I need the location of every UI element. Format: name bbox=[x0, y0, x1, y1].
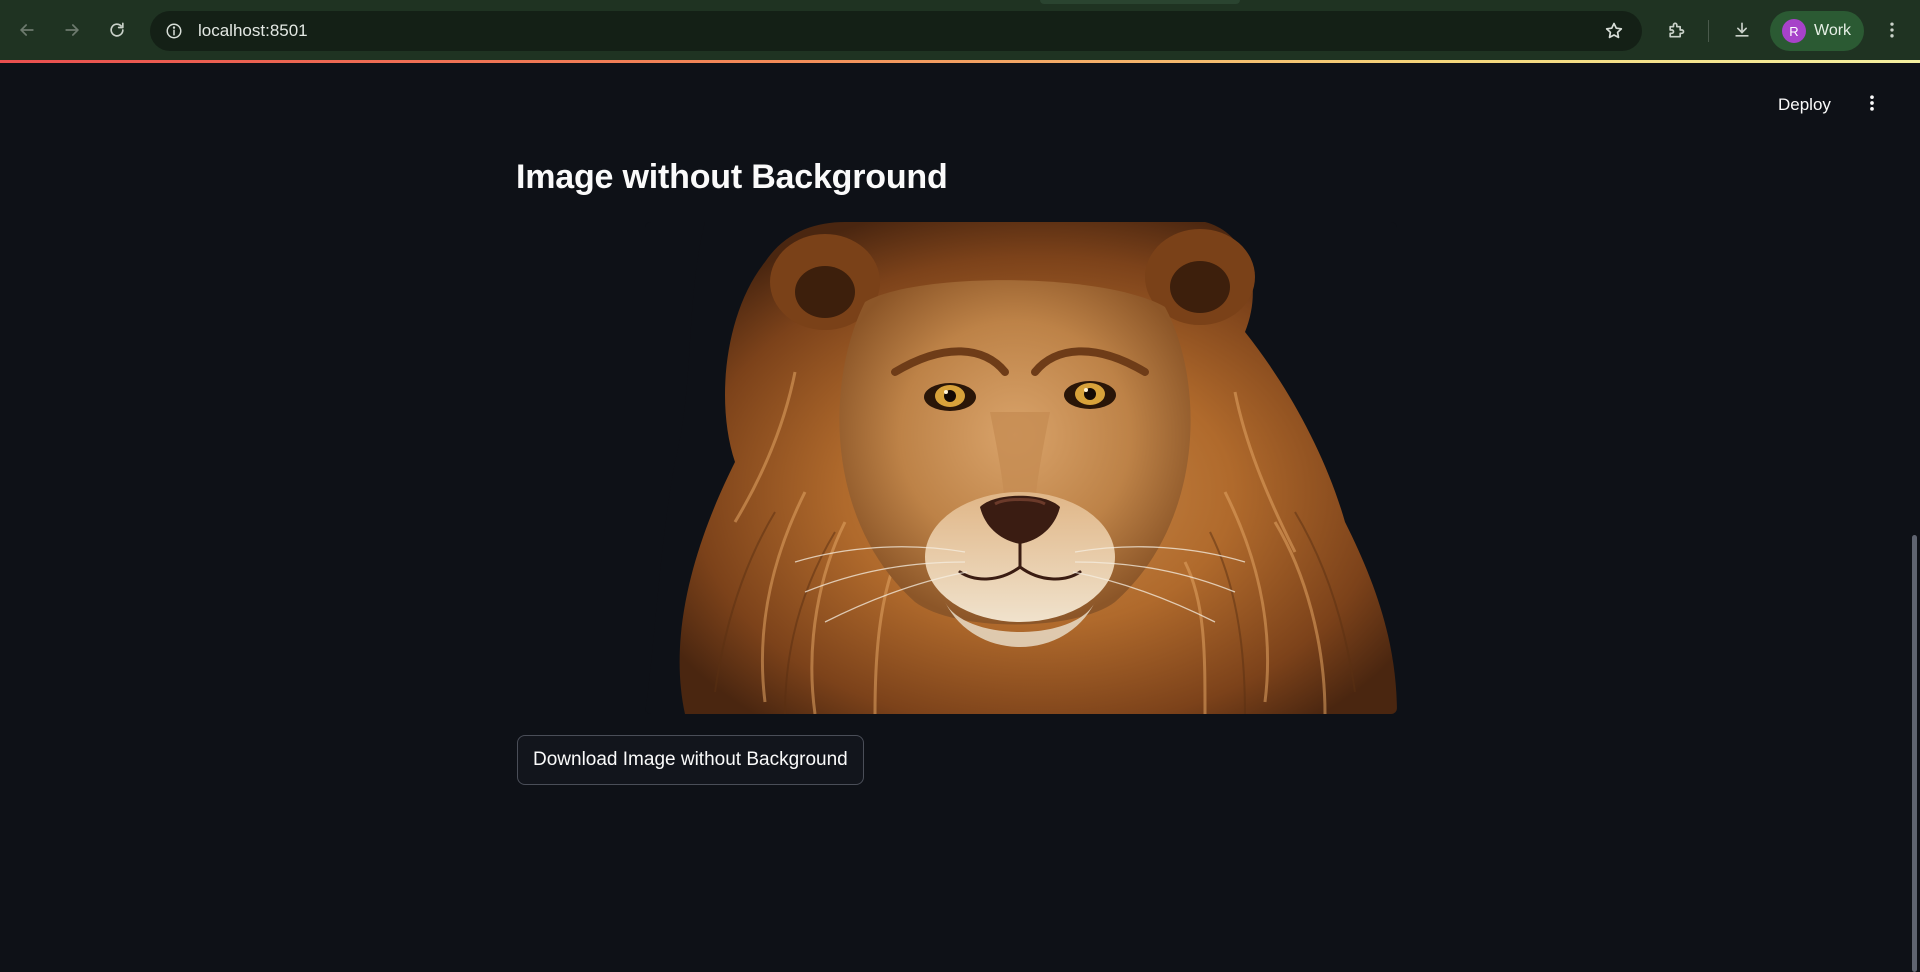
download-button[interactable]: Download Image without Background bbox=[517, 735, 864, 785]
address-bar[interactable]: localhost:8501 bbox=[150, 11, 1642, 51]
deploy-button[interactable]: Deploy bbox=[1770, 91, 1839, 119]
info-icon bbox=[166, 23, 182, 39]
star-icon bbox=[1605, 22, 1623, 39]
forward-button[interactable] bbox=[56, 14, 88, 46]
reload-icon bbox=[110, 22, 124, 37]
browser-toolbar: localhost:8501 R Work bbox=[0, 0, 1920, 60]
profile-name: Work bbox=[1814, 22, 1852, 39]
browser-menu-button[interactable] bbox=[1876, 14, 1908, 46]
puzzle-icon bbox=[1669, 22, 1685, 38]
url-text[interactable]: localhost:8501 bbox=[198, 21, 1600, 41]
reload-button[interactable] bbox=[101, 14, 133, 46]
site-info-button[interactable] bbox=[160, 17, 188, 45]
avatar: R bbox=[1782, 19, 1806, 43]
kebab-menu-icon bbox=[1890, 22, 1894, 38]
result-image bbox=[645, 222, 1397, 714]
bookmark-button[interactable] bbox=[1600, 17, 1628, 45]
profile-button[interactable]: R Work bbox=[1770, 11, 1864, 51]
arrow-left-icon bbox=[20, 24, 34, 36]
app-header: Deploy bbox=[0, 63, 1920, 151]
scrollbar-thumb[interactable] bbox=[1912, 535, 1917, 972]
kebab-menu-icon bbox=[1870, 95, 1874, 111]
extensions-button[interactable] bbox=[1660, 14, 1692, 46]
download-icon bbox=[1735, 22, 1749, 37]
toolbar-divider bbox=[1708, 20, 1709, 42]
app-menu-button[interactable] bbox=[1860, 89, 1884, 117]
back-button[interactable] bbox=[11, 14, 43, 46]
downloads-button[interactable] bbox=[1726, 14, 1758, 46]
page-title: Image without Background bbox=[516, 158, 948, 196]
arrow-right-icon bbox=[65, 24, 79, 36]
tab-strip-hint bbox=[1040, 0, 1240, 4]
